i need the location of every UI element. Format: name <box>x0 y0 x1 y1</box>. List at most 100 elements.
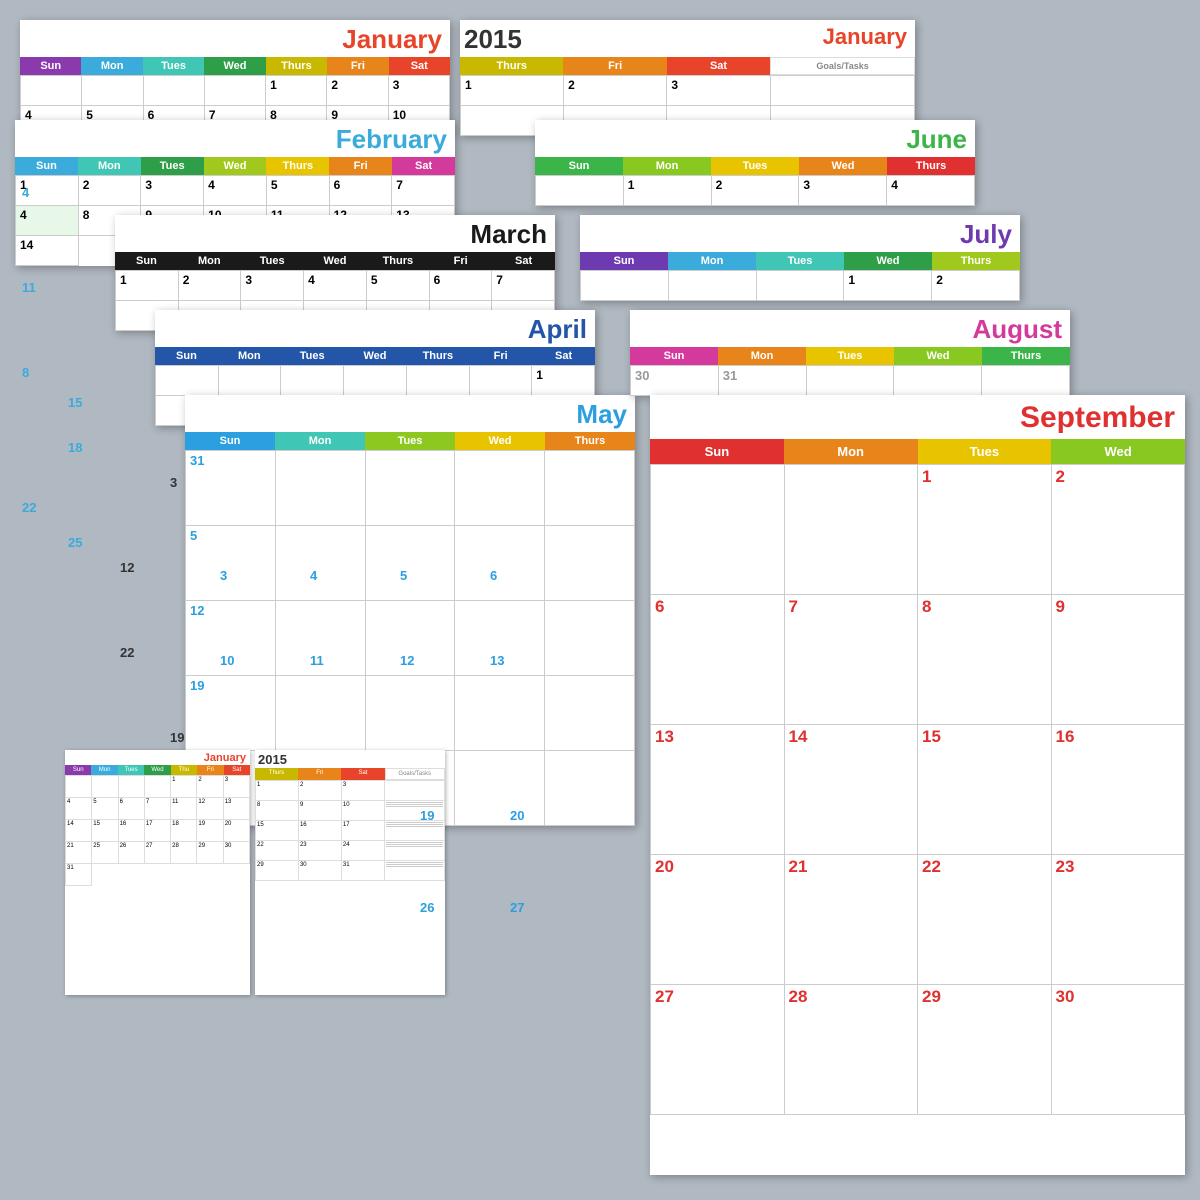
table-row: 5 <box>367 271 430 301</box>
small-fri-hdr: Fri <box>298 768 341 780</box>
table-row: 1 <box>532 366 595 396</box>
table-row <box>281 366 344 396</box>
sun-header: Sun <box>155 347 218 365</box>
small-2015-header-split: 2015 <box>255 750 445 768</box>
table-row: 2 <box>1052 465 1186 595</box>
table-row: 23 <box>1052 855 1186 985</box>
mar-left-num-8: 8 <box>22 365 29 380</box>
table-row: 8 <box>918 595 1052 725</box>
thu-header: Thurs <box>366 252 429 270</box>
fri-header: Fri <box>429 252 492 270</box>
list-item: 29 <box>197 842 223 864</box>
sun-header: Sun <box>630 347 718 365</box>
thu-header: Thurs <box>266 57 327 75</box>
list-item: 15 <box>256 821 299 841</box>
september-title: September <box>650 395 1185 439</box>
table-row: 1 <box>918 465 1052 595</box>
list-item: 22 <box>256 841 299 861</box>
table-row <box>156 366 219 396</box>
table-row: 7 <box>392 176 455 206</box>
june-calendar: June Sun Mon Tues Wed Thurs 1 2 3 4 <box>535 120 975 206</box>
list-item: 11 <box>171 798 197 820</box>
tue-header: Tues <box>143 57 204 75</box>
wed-header: Wed <box>799 157 887 175</box>
january-calendar: January Sun Mon Tues Wed Thurs Fri Sat 1… <box>20 20 450 136</box>
table-row <box>455 451 545 526</box>
table-row: 14 <box>785 725 919 855</box>
list-item: 27 <box>145 842 171 864</box>
table-row: 30 <box>631 366 719 396</box>
list-item: 31 <box>342 861 385 881</box>
small-thu-hdr: Thurs <box>255 768 298 780</box>
july-title: July <box>580 215 1020 252</box>
thu-header: Thurs <box>932 252 1020 270</box>
list-item: 8 <box>256 801 299 821</box>
table-row <box>982 366 1070 396</box>
list-item: 7 <box>145 798 171 820</box>
sun-header: Sun <box>20 57 81 75</box>
sun-header: Sun <box>115 252 178 270</box>
goals-header: Goals/Tasks <box>770 57 915 75</box>
list-item: 28 <box>171 842 197 864</box>
small-jan-header: Sun Mon Tues Wed Thu Fri Sat <box>65 765 250 775</box>
list-item: 15 <box>92 820 118 842</box>
list-item <box>385 821 445 841</box>
may-header: Sun Mon Tues Wed Thurs <box>185 432 635 450</box>
fri-header: Fri <box>469 347 532 365</box>
may-cell-10: 10 <box>220 653 234 668</box>
table-row: 3 <box>389 76 450 106</box>
september-header: Sun Mon Tues Wed <box>650 439 1185 464</box>
thu-header: Thurs <box>266 157 329 175</box>
wed-header: Wed <box>204 57 265 75</box>
may-cell-6: 6 <box>490 568 497 583</box>
wed-header: Wed <box>844 252 932 270</box>
table-row <box>545 751 635 826</box>
table-row: 5 <box>186 526 276 601</box>
table-row: 2 <box>79 176 142 206</box>
small-2015-grid: 1 2 3 8 9 10 15 16 17 22 23 24 29 30 31 <box>255 780 445 881</box>
may-cell-12b: 12 <box>400 653 414 668</box>
table-row <box>807 366 895 396</box>
table-row <box>545 451 635 526</box>
list-item <box>66 776 92 798</box>
wed-header: Wed <box>204 157 267 175</box>
table-row <box>366 676 456 751</box>
table-row: 28 <box>785 985 919 1115</box>
table-row: 3 <box>141 176 204 206</box>
year-2015-label: 2015 <box>460 20 522 57</box>
list-item: 17 <box>145 820 171 842</box>
list-item <box>119 776 145 798</box>
apr-left-15: 18 <box>68 440 82 455</box>
august-title: August <box>630 310 1070 347</box>
tue-header: Tues <box>711 157 799 175</box>
february-title: February <box>15 120 455 157</box>
small-sun-hdr: Sun <box>65 765 91 775</box>
apr-22: 22 <box>22 500 36 515</box>
table-row: 6 <box>651 595 785 725</box>
list-item: 1 <box>256 781 299 801</box>
wed-header: Wed <box>304 252 367 270</box>
jan2015-title: January <box>823 20 915 52</box>
list-item: 23 <box>299 841 342 861</box>
small-goals-hdr: Goals/Tasks <box>385 768 445 780</box>
table-row <box>344 366 407 396</box>
table-row <box>545 601 635 676</box>
list-item: 13 <box>224 798 250 820</box>
feb-left-num-4: 4 <box>22 185 29 200</box>
small-2015-day-hdr: Thurs Fri Sat Goals/Tasks <box>255 768 445 780</box>
list-item <box>385 841 445 861</box>
table-row: 16 <box>1052 725 1186 855</box>
may-title: May <box>185 395 635 432</box>
may-left-22: 22 <box>120 645 134 660</box>
table-row: 3 <box>241 271 304 301</box>
may-cell-4: 4 <box>310 568 317 583</box>
august-calendar: August Sun Mon Tues Wed Thurs 30 31 <box>630 310 1070 396</box>
april-title: April <box>155 310 595 347</box>
sat-header: Sat <box>389 57 450 75</box>
june-title: June <box>535 120 975 157</box>
table-row: 4 <box>887 176 975 206</box>
sat-header: Sat <box>667 57 770 75</box>
january-2015-calendar: 2015 January Thurs Fri Sat Goals/Tasks 1… <box>460 20 915 136</box>
thu-header: Thurs <box>460 57 563 75</box>
tue-header: Tues <box>141 157 204 175</box>
